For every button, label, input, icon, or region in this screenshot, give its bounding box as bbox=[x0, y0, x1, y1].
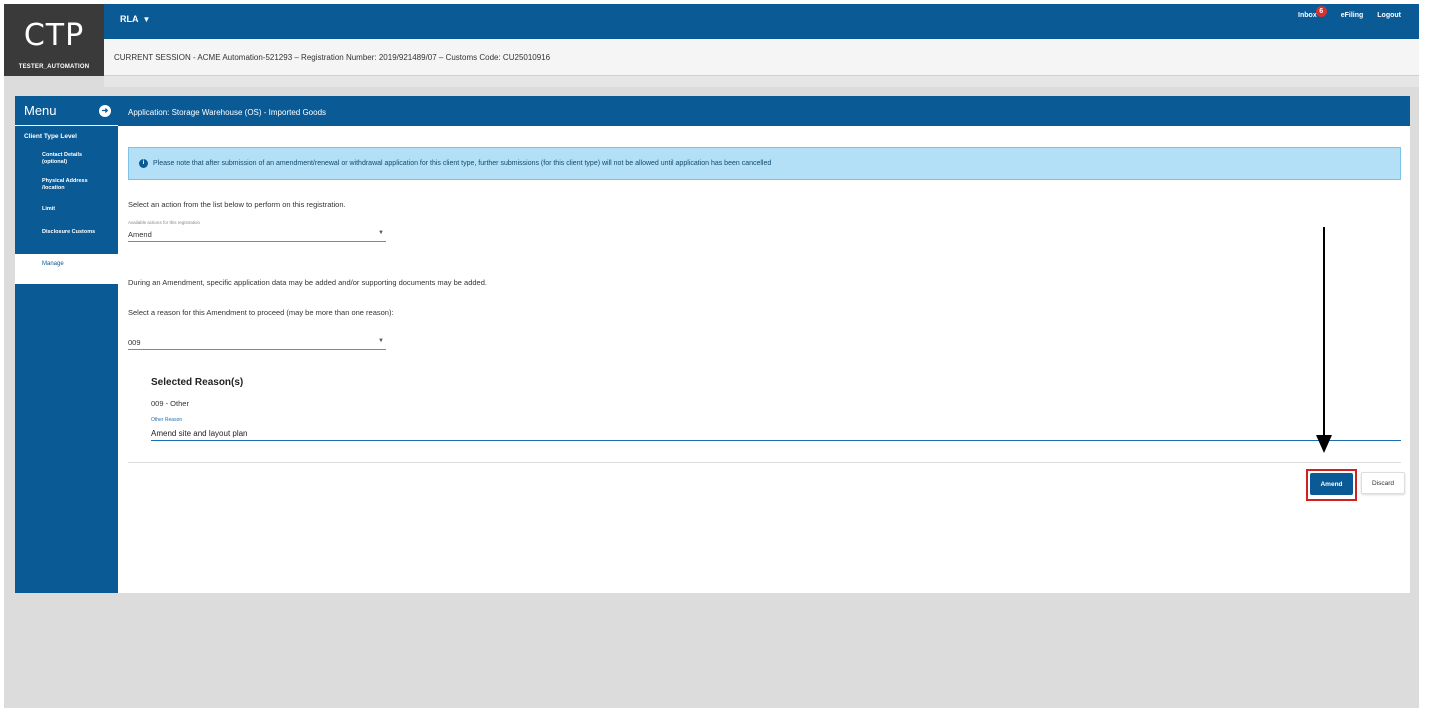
inbox-label: Inbox bbox=[1298, 12, 1317, 19]
sidebar-item-sublabel: /location bbox=[42, 185, 65, 191]
chevron-down-icon: ▼ bbox=[378, 230, 384, 236]
logo-text: CTP bbox=[23, 18, 85, 53]
divider bbox=[128, 462, 1401, 463]
rla-label: RLA bbox=[120, 14, 139, 24]
sidebar-menu: Menu ➜ Client Type Level Contact Details… bbox=[15, 96, 118, 593]
reason-select-value: 009 bbox=[128, 338, 141, 347]
sidebar-item-label: Physical Address bbox=[42, 178, 88, 184]
menu-toggle-icon[interactable]: ➜ bbox=[99, 104, 111, 117]
application-header: Application: Storage Warehouse (OS) - Im… bbox=[118, 96, 1410, 126]
sidebar-item-manage[interactable]: Manage bbox=[15, 254, 118, 284]
other-reason-label: Other Reason bbox=[151, 417, 183, 423]
session-bar: CURRENT SESSION - ACME Automation-521293… bbox=[104, 39, 1419, 76]
session-gap bbox=[104, 76, 1419, 87]
menu-header: Menu ➜ bbox=[15, 96, 118, 126]
action-select[interactable]: Amend ▼ bbox=[128, 230, 386, 242]
logout-link[interactable]: Logout bbox=[1377, 12, 1401, 19]
caret-down-icon: ▼ bbox=[142, 14, 151, 24]
discard-button[interactable]: Discard bbox=[1361, 472, 1405, 494]
reason-select[interactable]: 009 ▼ bbox=[128, 338, 386, 350]
annotation-arrow-icon bbox=[1316, 227, 1332, 453]
sidebar-item-disclosure-customs[interactable]: Disclosure Customs bbox=[15, 229, 118, 236]
session-info: CURRENT SESSION - ACME Automation-521293… bbox=[114, 53, 551, 62]
rla-dropdown[interactable]: RLA ▼ bbox=[120, 14, 150, 24]
top-right-links: Inbox 6 eFiling Logout bbox=[1298, 6, 1401, 19]
app-logo: CTP TESTER_AUTOMATION bbox=[4, 4, 104, 76]
amendment-info: During an Amendment, specific applicatio… bbox=[128, 278, 487, 287]
selected-reasons-title: Selected Reason(s) bbox=[151, 377, 244, 388]
sidebar-item-sublabel: (optional) bbox=[42, 159, 68, 165]
top-bar: RLA ▼ Inbox 6 eFiling Logout bbox=[104, 4, 1419, 39]
efiling-link[interactable]: eFiling bbox=[1341, 12, 1364, 19]
sidebar-group-client-type-level: Client Type Level bbox=[24, 133, 77, 140]
sidebar-item-contact-details[interactable]: Contact Details (optional) bbox=[15, 152, 118, 166]
reason-prompt: Select a reason for this Amendment to pr… bbox=[128, 308, 394, 317]
sidebar-item-limit[interactable]: Limit bbox=[15, 206, 118, 213]
sidebar-item-label: Contact Details bbox=[42, 152, 83, 158]
inbox-link[interactable]: Inbox 6 bbox=[1298, 6, 1327, 19]
sidebar-item-label: Limit bbox=[42, 206, 56, 212]
selected-reason-item: 009 - Other bbox=[151, 399, 189, 408]
notice-text: Please note that after submission of an … bbox=[153, 160, 772, 167]
app-frame: CTP TESTER_AUTOMATION RLA ▼ Inbox 6 eFil… bbox=[4, 4, 1419, 708]
logged-in-user: TESTER_AUTOMATION bbox=[18, 64, 90, 70]
select-action-prompt: Select an action from the list below to … bbox=[128, 200, 346, 209]
info-icon: i bbox=[139, 159, 148, 168]
chevron-down-icon: ▼ bbox=[378, 338, 384, 344]
action-select-label: Available actions for this registration bbox=[128, 220, 200, 225]
sidebar-item-physical-address[interactable]: Physical Address /location bbox=[15, 178, 118, 192]
menu-title: Menu bbox=[24, 103, 57, 118]
amend-button[interactable]: Amend bbox=[1310, 473, 1353, 495]
other-reason-input[interactable] bbox=[151, 427, 1401, 441]
sidebar-item-label: Disclosure Customs bbox=[42, 229, 96, 235]
notice-banner: i Please note that after submission of a… bbox=[128, 147, 1401, 180]
inbox-count-badge: 6 bbox=[1315, 6, 1327, 17]
main-panel: Application: Storage Warehouse (OS) - Im… bbox=[118, 96, 1410, 593]
action-select-value: Amend bbox=[128, 230, 152, 239]
